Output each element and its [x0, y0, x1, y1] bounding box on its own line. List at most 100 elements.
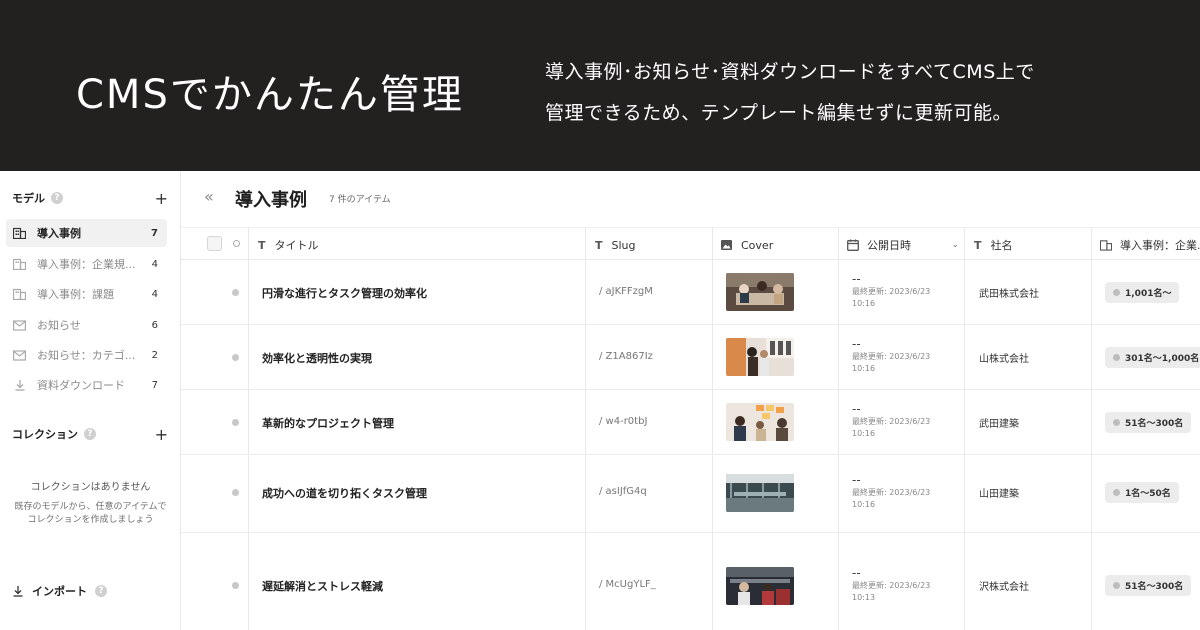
table-row[interactable]: 成功への道を切り拓くタスク管理 / asIJfG4q -- 最終更新: 2023… [181, 455, 1200, 533]
building-icon [1100, 239, 1112, 251]
column-header-title[interactable]: T タイトル [258, 235, 578, 255]
company-size-badge[interactable]: 1,001名〜 [1105, 282, 1180, 303]
sidebar-item-count: 4 [151, 258, 158, 270]
sidebar-item-label: 導入事例 [37, 227, 81, 240]
row-slug: / asIJfG4q [599, 486, 647, 497]
text-type-icon: T [258, 238, 266, 252]
last-updated: 最終更新: 2023/6/23 [852, 581, 931, 590]
mail-icon [13, 319, 26, 331]
sidebar-item-label: お知らせ：カテゴ... [37, 349, 136, 362]
table-row[interactable]: 効率化と透明性の実現 / Z1A867Iz -- 最終更新: 2023/6/23… [181, 325, 1200, 390]
column-header-cover[interactable]: Cover [721, 235, 831, 255]
published-value: -- [852, 566, 861, 580]
sidebar-item-case-issues[interactable]: 導入事例：課題 4 [6, 280, 167, 308]
row-slug: / aJKFFzgM [599, 286, 653, 297]
import-icon [12, 585, 24, 597]
collections-label: コレクション [12, 428, 78, 441]
row-company: 武田株式会社 [979, 289, 1039, 300]
cover-image[interactable] [726, 273, 794, 311]
row-company: 武田建築 [979, 419, 1019, 430]
company-size-badge[interactable]: 51名〜300名 [1105, 412, 1192, 433]
collapse-sidebar-icon[interactable]: « [204, 187, 214, 206]
company-size-badge[interactable]: 301名〜1,000名 [1105, 347, 1200, 368]
sidebar-item-downloads[interactable]: 資料ダウンロード 7 [6, 371, 167, 399]
published-cell: -- 最終更新: 2023/6/23 10:16 [852, 337, 930, 375]
column-header-company-size[interactable]: 導入事例：企業... [1100, 235, 1200, 255]
calendar-icon [847, 239, 859, 251]
published-cell: -- 最終更新: 2023/6/23 10:16 [852, 402, 930, 440]
badge-dot [1113, 354, 1120, 361]
cover-image[interactable] [726, 338, 794, 376]
company-size-badge[interactable]: 51名〜300名 [1105, 575, 1192, 596]
building-icon [13, 227, 26, 239]
last-updated-time: 10:16 [852, 364, 876, 373]
row-slug: / w4-r0tbJ [599, 416, 648, 427]
row-company: 沢株式会社 [979, 582, 1029, 593]
table-row[interactable]: 遅延解消とストレス軽減 / McUgYLF_ -- 最終更新: 2023/6/2… [181, 533, 1200, 630]
row-title[interactable]: 効率化と透明性の実現 [262, 350, 372, 366]
banner-desc-line-1: 導入事例･お知らせ･資料ダウンロードをすべてCMS上で [545, 61, 1035, 83]
column-header-published[interactable]: 公開日時 ⌄ [847, 235, 959, 255]
building-icon [13, 258, 26, 270]
item-count: 7 件のアイテム [329, 195, 391, 205]
sidebar-item-count: 7 [151, 227, 158, 239]
help-icon[interactable]: ? [51, 192, 63, 204]
collections-empty-desc-1: 既存のモデルから、任意のアイテムで [14, 502, 167, 512]
import-button[interactable]: インポート ? [12, 583, 107, 599]
download-icon [13, 379, 26, 391]
help-icon[interactable]: ? [84, 428, 96, 440]
sidebar-item-case-studies[interactable]: 導入事例 7 [6, 219, 167, 247]
sidebar-item-label: お知らせ [37, 319, 81, 332]
published-value: -- [852, 272, 861, 286]
sidebar-item-count: 2 [151, 349, 158, 361]
text-type-icon: T [595, 238, 603, 252]
column-header-company[interactable]: T 社名 [974, 235, 1084, 255]
select-all-checkbox[interactable] [207, 236, 222, 251]
mail-icon [13, 349, 26, 361]
page-title: 導入事例 [235, 190, 307, 211]
published-cell: -- 最終更新: 2023/6/23 10:16 [852, 473, 930, 511]
table-row[interactable]: 円滑な進行とタスク管理の効率化 / aJKFFzgM -- 最終更新: 2023… [181, 260, 1200, 325]
row-title[interactable]: 成功への道を切り拓くタスク管理 [262, 485, 427, 501]
cover-image[interactable] [726, 403, 794, 441]
sidebar-item-case-company-size[interactable]: 導入事例：企業規... 4 [6, 250, 167, 278]
status-dot [232, 582, 239, 589]
sidebar-item-news-category[interactable]: お知らせ：カテゴ... 2 [6, 341, 167, 369]
cover-image[interactable] [726, 567, 794, 605]
last-updated: 最終更新: 2023/6/23 [852, 417, 931, 426]
chevron-down-icon[interactable]: ⌄ [951, 240, 959, 250]
company-size-badge[interactable]: 1名〜50名 [1105, 482, 1179, 503]
row-title[interactable]: 革新的なプロジェクト管理 [262, 415, 394, 431]
add-model-button[interactable]: + [155, 189, 168, 208]
building-icon [13, 288, 26, 300]
sidebar-item-news[interactable]: お知らせ 6 [6, 311, 167, 339]
column-header-slug[interactable]: T Slug [595, 235, 705, 255]
banner-desc-line-2: 管理できるため、テンプレート編集せずに更新可能。 [545, 102, 1013, 124]
content-header: « 導入事例 7 件のアイテム [181, 171, 1200, 227]
row-slug: / Z1A867Iz [599, 351, 653, 362]
banner-description: 導入事例･お知らせ･資料ダウンロードをすべてCMS上で 管理できるため、テンプレ… [545, 52, 1035, 134]
row-company: 山株式会社 [979, 354, 1029, 365]
status-dot [232, 489, 239, 496]
badge-dot [1113, 489, 1120, 496]
row-company: 山田建築 [979, 489, 1019, 500]
main-panel: « 導入事例 7 件のアイテム T タイトル T Slug Cover 公開日時… [181, 171, 1200, 630]
last-updated-time: 10:13 [852, 593, 876, 602]
help-icon[interactable]: ? [95, 585, 107, 597]
published-cell: -- 最終更新: 2023/6/23 10:13 [852, 566, 930, 604]
badge-dot [1113, 289, 1120, 296]
status-dot [232, 289, 239, 296]
last-updated: 最終更新: 2023/6/23 [852, 488, 931, 497]
sidebar-item-label: 資料ダウンロード [37, 379, 125, 392]
badge-dot [1113, 419, 1120, 426]
table-row[interactable]: 革新的なプロジェクト管理 / w4-r0tbJ -- 最終更新: 2023/6/… [181, 390, 1200, 455]
image-icon [721, 240, 732, 250]
published-value: -- [852, 337, 861, 351]
row-title[interactable]: 遅延解消とストレス軽減 [262, 578, 383, 594]
published-cell: -- 最終更新: 2023/6/23 10:16 [852, 272, 930, 310]
add-collection-button[interactable]: + [155, 425, 168, 444]
sidebar: モデル ? + 導入事例 7 導入事例：企業規... 4 導入事例：課題 4 お… [0, 171, 181, 630]
row-title[interactable]: 円滑な進行とタスク管理の効率化 [262, 285, 427, 301]
cover-image[interactable] [726, 474, 794, 512]
import-label: インポート [32, 585, 87, 598]
